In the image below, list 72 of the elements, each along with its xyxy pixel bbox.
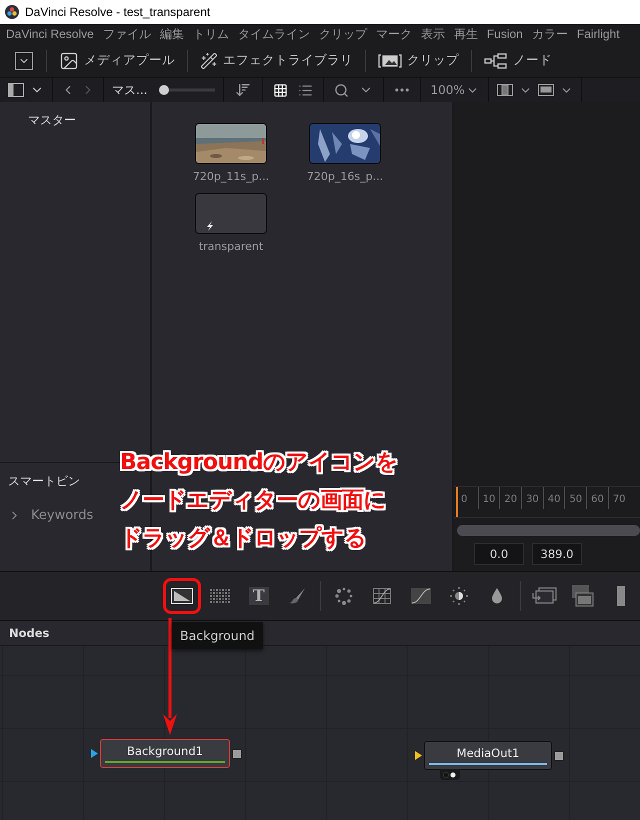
particles-icon — [335, 587, 354, 605]
brightness-icon — [450, 587, 468, 605]
text-tool-icon: T — [248, 587, 269, 605]
ruler-label: 10 — [478, 487, 500, 509]
menu-item[interactable]: マーク — [376, 26, 412, 42]
input-triangle-icon — [91, 749, 98, 758]
node[interactable]: MediaOut1 — [424, 741, 552, 770]
viewer-layout-icon — [538, 84, 554, 96]
noise-icon — [210, 589, 230, 603]
ruler-label: 70 — [608, 487, 630, 509]
list-view-icon[interactable] — [298, 82, 314, 98]
curves-grid-icon — [373, 588, 392, 604]
merge-icon — [572, 585, 594, 607]
window-title: DaVinci Resolve - test_transparent — [25, 5, 210, 19]
clip-thumbnail[interactable] — [195, 123, 267, 164]
viewer-indicator-icon — [440, 769, 460, 780]
ruler-label: 30 — [521, 487, 543, 509]
grid-view-icon[interactable] — [273, 82, 288, 98]
text-tool-button[interactable]: T — [240, 578, 278, 614]
menu-item[interactable]: クリップ — [318, 26, 367, 42]
menu-item[interactable]: 編集 — [160, 26, 184, 42]
menu-item[interactable]: 表示 — [420, 26, 445, 42]
panel-toggle-button[interactable]: メディアプール — [47, 50, 187, 72]
panel-toggle-button[interactable]: ノード — [472, 50, 564, 72]
tooltip: Background — [172, 622, 263, 649]
menu-item[interactable]: DaVinci Resolve — [6, 27, 94, 41]
split-view-icon — [496, 84, 513, 96]
wand-icon — [200, 52, 218, 70]
node[interactable]: Background1 — [100, 739, 230, 768]
bin-item[interactable]: マスター — [0, 102, 150, 134]
clip-thumbnail[interactable] — [309, 123, 381, 164]
loader-icon — [531, 587, 558, 605]
panel-toggle-button[interactable]: クリップ — [366, 50, 471, 72]
ruler-label: 60 — [586, 487, 608, 509]
output-port-icon — [232, 748, 242, 758]
ruler-label: 40 — [542, 487, 564, 509]
annotation-text: ドラッグ＆ドロップする — [120, 525, 368, 553]
background-tool-button[interactable] — [163, 578, 202, 614]
ruler-label: 50 — [564, 487, 586, 509]
sort-icon[interactable] — [235, 82, 252, 98]
clip-thumbnail[interactable] — [195, 193, 267, 234]
clip-name: 720p_16s_p... — [306, 170, 384, 183]
menu-item[interactable]: カラー — [532, 26, 568, 42]
clip-icon — [378, 54, 402, 68]
menu-item[interactable]: タイムライン — [238, 26, 310, 42]
menu-item[interactable]: Fusion — [486, 27, 523, 41]
slider-thumb[interactable] — [159, 85, 170, 95]
end-time-field[interactable]: 389.0 — [532, 543, 582, 565]
zoom-scale-dropdown[interactable]: 100% — [430, 83, 479, 97]
curve-icon — [410, 588, 431, 604]
input-triangle-icon — [415, 751, 422, 760]
panel-toggle-button[interactable]: エフェクトライブラリ — [188, 50, 365, 72]
menu-item[interactable]: 再生 — [454, 26, 478, 42]
app-logo-icon — [5, 5, 19, 19]
background-icon — [171, 588, 194, 604]
start-time-field[interactable]: 0.0 — [474, 543, 524, 565]
menu-item[interactable]: Fairlight — [576, 27, 620, 41]
annotation-text: ノードエディターの画面に — [120, 487, 387, 515]
output-port-icon — [554, 750, 564, 760]
drop-icon — [491, 588, 504, 604]
search-icon[interactable] — [334, 82, 350, 98]
ruler-label: 20 — [499, 487, 522, 509]
flash-icon — [206, 221, 214, 231]
annotation-text: Backgroundのアイコンを — [120, 449, 398, 477]
menu-item[interactable]: トリム — [192, 26, 229, 42]
menu-item[interactable]: ファイル — [102, 26, 151, 42]
clip-name: transparent — [198, 240, 264, 253]
bin-path: マス... — [112, 82, 148, 98]
panel-title: Nodes — [9, 626, 50, 640]
image-icon — [59, 50, 79, 70]
clip-name: 720p_11s_p... — [192, 170, 270, 183]
node-graph-icon — [484, 52, 508, 68]
